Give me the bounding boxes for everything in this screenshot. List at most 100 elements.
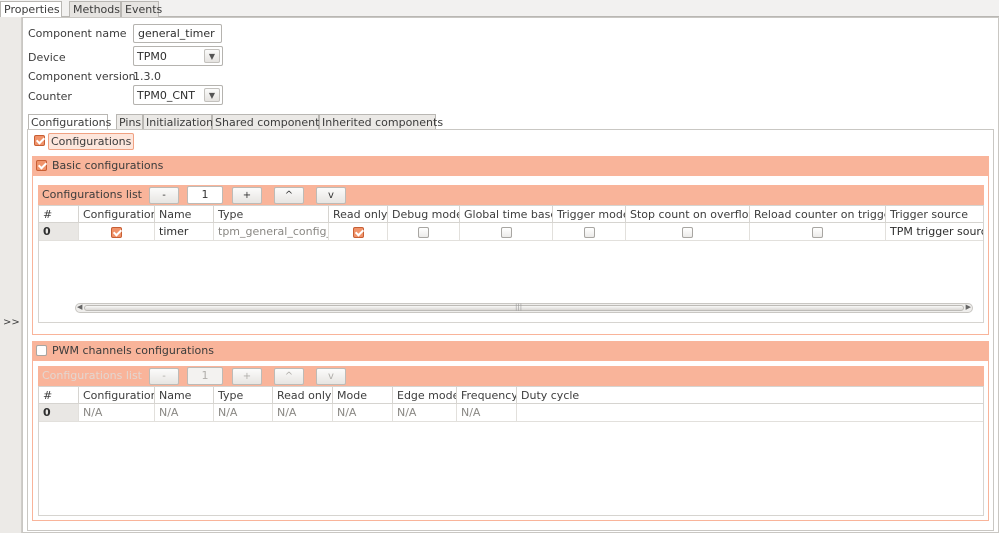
device-value: TPM0 xyxy=(137,50,167,63)
read-only-checkbox[interactable] xyxy=(352,226,364,238)
counter-select[interactable]: TPM0_CNT ▼ xyxy=(133,85,223,105)
collapse-strip: >> xyxy=(0,17,22,533)
column-header[interactable]: # xyxy=(39,387,79,404)
table-cell-stop-count[interactable] xyxy=(626,223,750,241)
column-header[interactable]: Read only xyxy=(273,387,333,404)
column-header[interactable]: Configuration xyxy=(79,206,155,223)
table-cell[interactable]: N/A xyxy=(155,404,214,422)
table-cell[interactable]: N/A xyxy=(333,404,393,422)
basic-list-title: Configurations list xyxy=(42,188,142,201)
table-cell-trigger-mode[interactable] xyxy=(553,223,626,241)
counter-value: TPM0_CNT xyxy=(137,89,195,102)
remove-config-button[interactable]: - xyxy=(149,187,179,204)
global-time-base-checkbox[interactable] xyxy=(500,226,512,238)
column-header[interactable]: Global time base xyxy=(460,206,553,223)
horizontal-scrollbar[interactable]: ◀ ||| ▶ xyxy=(75,303,973,313)
scroll-right-icon[interactable]: ▶ xyxy=(966,303,971,311)
component-name-value: general_timer xyxy=(138,27,215,40)
column-header[interactable]: Type xyxy=(214,387,273,404)
component-name-input[interactable]: general_timer xyxy=(133,24,222,43)
basic-configurations-checkbox[interactable] xyxy=(36,160,47,171)
pwm-count-field[interactable]: 1 xyxy=(187,367,223,385)
table-cell[interactable]: N/A xyxy=(273,404,333,422)
pwm-configurations-title: PWM channels configurations xyxy=(52,344,214,357)
tab-shared-components[interactable]: Shared components xyxy=(212,114,325,130)
chevron-down-icon[interactable]: ▼ xyxy=(204,49,220,63)
table-cell[interactable]: N/A xyxy=(393,404,457,422)
pwm-move-down-button[interactable]: v xyxy=(316,368,346,385)
tab-methods[interactable]: Methods xyxy=(69,1,121,17)
table-cell-type[interactable]: tpm_general_config_t xyxy=(214,223,329,241)
column-header[interactable]: Read only xyxy=(329,206,388,223)
column-header[interactable]: Stop count on overflow xyxy=(626,206,750,223)
tab-properties-label: Properties xyxy=(4,3,60,16)
column-header[interactable]: Frequency xyxy=(457,387,517,404)
tab-events[interactable]: Events xyxy=(121,1,163,17)
add-pwm-button[interactable]: + xyxy=(232,368,262,385)
scrollbar-thumb[interactable]: ||| xyxy=(84,303,964,311)
column-header[interactable]: Trigger mode xyxy=(553,206,626,223)
tab-methods-label: Methods xyxy=(73,3,120,16)
column-header[interactable]: Name xyxy=(155,387,214,404)
pwm-list-toolbar: Configurations list - 1 + ^ v xyxy=(38,366,984,386)
column-header[interactable]: Duty cycle xyxy=(517,387,983,404)
column-header[interactable]: Trigger source xyxy=(886,206,983,223)
basic-configurations-body: Configurations list - 1 + ^ v # Configur… xyxy=(32,176,989,335)
configuration-checkbox[interactable] xyxy=(111,226,122,238)
tab-configurations[interactable]: Configurations xyxy=(28,114,111,130)
debug-mode-checkbox[interactable] xyxy=(418,226,429,238)
configurations-label: Configurations xyxy=(48,133,135,150)
pwm-move-up-button[interactable]: ^ xyxy=(274,368,304,385)
tab-inherited-components[interactable]: Inherited components xyxy=(319,114,443,130)
table-cell[interactable]: N/A xyxy=(79,404,155,422)
table-cell-debug-mode[interactable] xyxy=(388,223,460,241)
trigger-mode-checkbox[interactable] xyxy=(583,226,595,238)
row-index[interactable]: 0 xyxy=(39,223,79,241)
move-up-button[interactable]: ^ xyxy=(274,187,304,204)
config-count-field[interactable]: 1 xyxy=(187,186,223,204)
table-cell-read-only[interactable] xyxy=(329,223,388,241)
chevron-down-icon[interactable]: ▼ xyxy=(204,88,220,102)
pwm-list-title: Configurations list xyxy=(42,369,142,382)
table-cell-configuration[interactable] xyxy=(79,223,155,241)
reload-counter-checkbox[interactable] xyxy=(812,226,823,238)
table-cell-name[interactable]: timer xyxy=(155,223,214,241)
column-header[interactable]: Name xyxy=(155,206,214,223)
move-down-button[interactable]: v xyxy=(316,187,346,204)
table-cell-reload-counter[interactable] xyxy=(750,223,886,241)
table-cell-global-time-base[interactable] xyxy=(460,223,553,241)
column-header[interactable]: Edge mode xyxy=(393,387,457,404)
pwm-configurations-header[interactable]: PWM channels configurations xyxy=(32,341,989,361)
stop-count-checkbox[interactable] xyxy=(682,226,693,238)
tab-events-label: Events xyxy=(125,3,163,16)
column-header[interactable]: Reload counter on trigger xyxy=(750,206,886,223)
column-header[interactable]: Mode xyxy=(333,387,393,404)
tab-initialization[interactable]: Initialization xyxy=(143,114,213,130)
tab-pins[interactable]: Pins xyxy=(116,114,143,130)
component-version-label: Component version xyxy=(28,70,136,83)
scroll-left-icon[interactable]: ◀ xyxy=(77,303,82,311)
device-select[interactable]: TPM0 ▼ xyxy=(133,46,223,66)
table-cell[interactable]: N/A xyxy=(214,404,273,422)
tab-pins-label: Pins xyxy=(119,116,142,129)
add-config-button[interactable]: + xyxy=(232,187,262,204)
table-cell-trigger-source[interactable]: TPM trigger source xyxy=(886,223,983,241)
column-header[interactable]: Configuration xyxy=(79,387,155,404)
column-header[interactable]: Type xyxy=(214,206,329,223)
component-name-label: Component name xyxy=(28,27,127,40)
table-cell[interactable] xyxy=(517,404,983,422)
top-tab-bar: Properties Methods Events xyxy=(0,0,999,18)
remove-pwm-button[interactable]: - xyxy=(149,368,179,385)
basic-configurations-header[interactable]: Basic configurations xyxy=(32,156,989,176)
configurations-panel: Configurations Basic configurations Conf… xyxy=(27,129,994,531)
tab-inherited-components-label: Inherited components xyxy=(322,116,444,129)
column-header[interactable]: # xyxy=(39,206,79,223)
expand-button[interactable]: >> xyxy=(3,317,20,328)
column-header[interactable]: Debug mode xyxy=(388,206,460,223)
pwm-configurations-checkbox[interactable] xyxy=(36,345,47,356)
device-label: Device xyxy=(28,51,66,64)
configurations-checkbox[interactable] xyxy=(34,135,45,146)
table-cell[interactable]: N/A xyxy=(457,404,517,422)
tab-properties[interactable]: Properties xyxy=(0,1,62,18)
row-index[interactable]: 0 xyxy=(39,404,79,422)
